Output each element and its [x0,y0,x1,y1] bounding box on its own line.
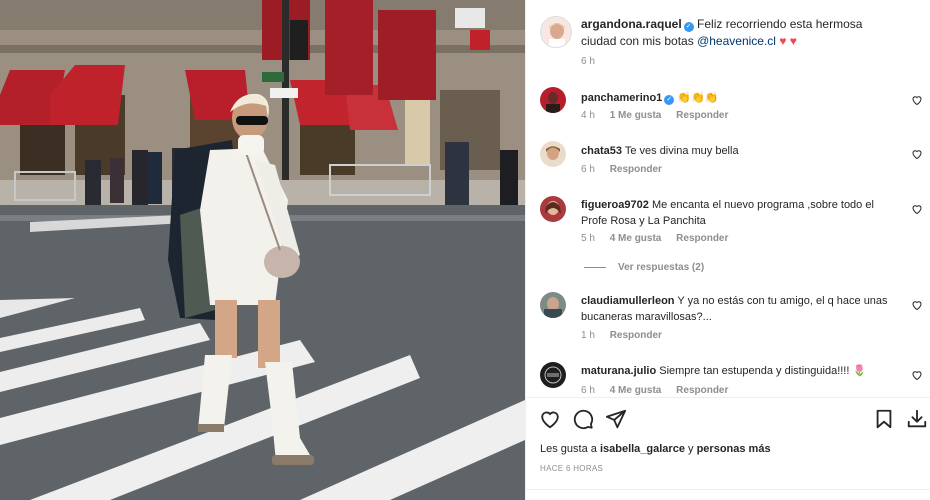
comment-meta: 6 h 4 Me gusta Responder [581,385,740,396]
caption-hearts: ♥ ♥ [779,34,797,48]
comment-like-icon[interactable] [911,94,923,106]
comment-text: Te ves divina muy bella [624,145,739,157]
commenter-avatar[interactable] [540,362,566,388]
comment-like-icon[interactable] [911,369,923,381]
comment-username[interactable]: figueroa9702 [581,199,649,211]
comment-time: 6 h [581,385,595,396]
comment-time: 4 h [581,110,595,121]
reply-button[interactable]: Responder [676,110,728,121]
comment-likes-count[interactable]: 1 Me gusta [610,110,662,121]
reply-button[interactable]: Responder [676,385,728,396]
commenter-avatar[interactable] [540,196,566,222]
comment-time: 6 h [581,164,595,175]
post-details-panel: argandona.raquel ✓ Feliz recorriendo esta… [525,0,930,500]
commenter-avatar[interactable] [540,87,566,113]
likes-prefix: Les gusta a [540,443,597,455]
verified-badge-icon: ✓ [683,22,694,32]
comment-text: Siempre tan estupenda y distinguida!!!! … [659,365,867,377]
comment-time: 5 h [581,233,595,244]
comment-like-icon[interactable] [911,148,923,160]
comment-like-icon[interactable] [911,299,923,311]
comment-username[interactable]: panchamerino1 [581,92,662,104]
heart-icon[interactable] [539,408,561,430]
author-username[interactable]: argandona.raquel [581,17,682,31]
caption-mention-link[interactable]: @heavenice.cl [697,34,776,48]
comment-time: 1 h [581,330,595,341]
caption-meta: 6 h [581,56,607,67]
likes-summary: Les gusta a isabella_galarce y personas … [540,443,771,455]
share-icon[interactable] [605,408,627,430]
likes-middle: y [688,443,694,455]
likes-others-link[interactable]: personas más [697,443,771,455]
comment-likes-count[interactable]: 4 Me gusta [610,385,662,396]
reply-button[interactable]: Responder [610,164,662,175]
commenter-avatar[interactable] [540,292,566,318]
comment-meta: 1 h Responder [581,330,674,341]
author-avatar[interactable] [540,16,572,48]
comment-meta: 6 h Responder [581,164,674,175]
bookmark-icon[interactable] [873,408,895,430]
comment-username[interactable]: claudiamullerleon [581,295,675,307]
caption-time: 6 h [581,56,595,67]
download-icon[interactable] [906,408,928,430]
comment-icon[interactable] [572,408,594,430]
divider [526,489,930,490]
reply-button[interactable]: Responder [610,330,662,341]
commenter-avatar[interactable] [540,141,566,167]
view-replies-button[interactable]: Ver respuestas (2) [584,262,704,273]
comment-meta: 4 h 1 Me gusta Responder [581,110,740,121]
comment-like-icon[interactable] [911,203,923,215]
street-scene-image [0,0,525,500]
liked-by-username[interactable]: isabella_galarce [600,443,685,455]
post-actions-bar: Les gusta a isabella_galarce y personas … [526,397,930,500]
reply-button[interactable]: Responder [676,233,728,244]
comment-username[interactable]: maturana.julio [581,365,656,377]
comment-username[interactable]: chata53 [581,145,622,157]
verified-badge-icon: ✓ [664,95,675,105]
comment-likes-count[interactable]: 4 Me gusta [610,233,662,244]
comment-meta: 5 h 4 Me gusta Responder [581,233,740,244]
comment-text: 👏👏👏 [677,92,719,104]
post-photo[interactable] [0,0,525,500]
comments-list[interactable]: argandona.raquel ✓ Feliz recorriendo esta… [526,0,930,397]
post-timestamp: HACE 6 HORAS [540,464,604,473]
